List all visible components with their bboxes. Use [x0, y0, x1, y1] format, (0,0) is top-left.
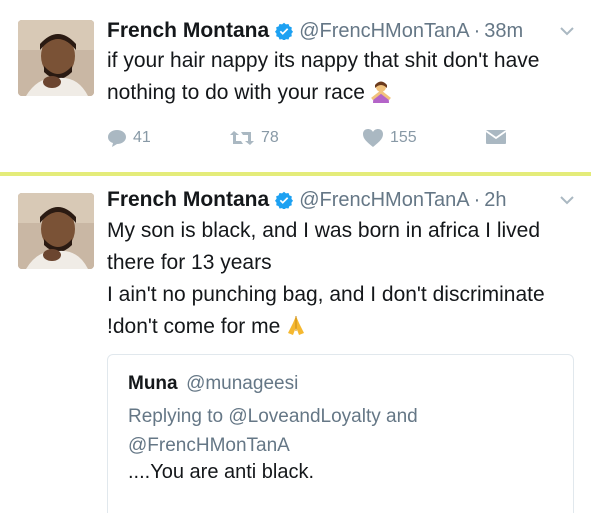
reply-icon — [108, 130, 126, 147]
separator-dot: · — [473, 19, 481, 42]
direct-message-button[interactable] — [485, 128, 513, 146]
quoted-user-handle: @munageesi — [186, 373, 299, 394]
avatar[interactable] — [18, 20, 94, 96]
tweet-body: if your hair nappy its nappy that shit d… — [107, 49, 540, 104]
tweet-line-1: My son is black, and I was born in afric… — [107, 219, 541, 274]
avatar[interactable] — [18, 193, 94, 269]
user-name[interactable]: French Montana — [107, 188, 269, 212]
quoted-tweet[interactable]: Muna @munageesi Replying to @LoveandLoya… — [107, 354, 574, 513]
quoted-tweet-header: Muna @munageesi — [128, 373, 298, 395]
retweet-count: 78 — [261, 129, 279, 146]
tweet-actions: 41 78 155 — [107, 128, 507, 152]
separator-dot: · — [473, 188, 481, 211]
tweet-text: My son is black, and I was born in afric… — [107, 215, 571, 347]
user-name[interactable]: French Montana — [107, 19, 269, 43]
like-count: 155 — [390, 129, 417, 146]
chevron-down-icon[interactable] — [557, 190, 577, 210]
heart-icon — [363, 129, 383, 147]
retweet-button[interactable]: 78 — [229, 128, 279, 148]
chevron-down-icon[interactable] — [557, 21, 577, 41]
retweet-icon — [230, 131, 254, 145]
person-gesturing-no-emoji-icon — [369, 79, 393, 113]
avatar-image — [18, 193, 94, 269]
like-button[interactable]: 155 — [362, 128, 417, 148]
reply-count: 41 — [133, 129, 151, 146]
avatar-image — [18, 20, 94, 96]
tweet-line-2: I ain't no punching bag, and I don't dis… — [107, 279, 571, 347]
tweet-header: French Montana @FrencHMonTanA · 2h — [107, 186, 577, 214]
verified-badge-icon — [275, 22, 294, 40]
quoted-user-name: Muna — [128, 373, 178, 394]
tweet-line-2-text: I ain't no punching bag, and I don't dis… — [107, 283, 545, 338]
envelope-icon — [485, 130, 507, 144]
folded-hands-emoji-icon — [284, 313, 308, 347]
verified-badge-icon — [275, 191, 294, 209]
timestamp[interactable]: 38m — [484, 20, 523, 43]
user-handle[interactable]: @FrencHMonTanA — [299, 189, 469, 212]
reply-button[interactable]: 41 — [107, 128, 151, 148]
timestamp[interactable]: 2h — [484, 189, 506, 212]
quoted-tweet-text: ....You are anti black. — [128, 461, 315, 483]
user-handle[interactable]: @FrencHMonTanA — [299, 20, 469, 43]
tweet-text: if your hair nappy its nappy that shit d… — [107, 45, 571, 113]
tweet-header: French Montana @FrencHMonTanA · 38m — [107, 17, 577, 45]
tweet-card[interactable]: French Montana @FrencHMonTanA · 38m if y… — [0, 0, 591, 176]
tweet-card[interactable]: French Montana @FrencHMonTanA · 2h My so… — [0, 180, 591, 513]
replying-to: Replying to @LoveandLoyalty and @FrencHM… — [128, 406, 418, 456]
